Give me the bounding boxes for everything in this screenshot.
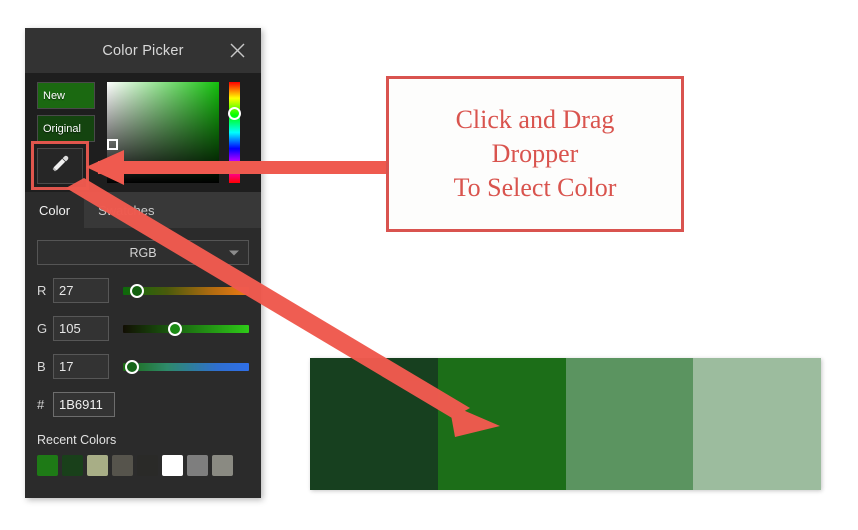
palette-swatch-1[interactable] [437, 358, 566, 490]
hex-label: # [37, 397, 45, 412]
recent-swatch-1[interactable] [62, 455, 83, 476]
recent-swatch-7[interactable] [212, 455, 233, 476]
callout-line-0: Click and Drag [455, 104, 615, 134]
page-title: Color Picker [102, 42, 184, 59]
eyedropper-icon [49, 153, 71, 180]
green-palette-bar[interactable] [310, 358, 821, 490]
channel-input-r[interactable] [53, 278, 109, 303]
channel-knob-g[interactable] [167, 321, 182, 336]
instruction-callout: Click and Drag Dropper To Select Color [386, 76, 684, 232]
channel-knob-r[interactable] [129, 283, 144, 298]
panel-tabs: Color Swatches [25, 192, 261, 228]
channel-slider-b[interactable] [123, 359, 249, 374]
close-icon[interactable] [222, 35, 253, 66]
recent-swatch-6[interactable] [187, 455, 208, 476]
palette-swatch-2[interactable] [565, 358, 694, 490]
color-mode-select[interactable]: RGB [37, 240, 249, 265]
new-color-label: New [43, 89, 66, 102]
recent-colors-row [37, 455, 249, 476]
eyedropper-button-wrapper [31, 141, 89, 190]
channel-slider-g[interactable] [123, 321, 249, 336]
channel-row-g: G [37, 316, 249, 341]
color-picker-panel: Color Picker New Original Color Swatches… [25, 28, 261, 498]
hue-strip[interactable] [229, 82, 240, 183]
channel-input-b[interactable] [53, 354, 109, 379]
channel-row-r: R [37, 278, 249, 303]
channel-slider-r[interactable] [123, 283, 249, 298]
recent-colors-title: Recent Colors [37, 433, 117, 447]
recent-swatch-2[interactable] [87, 455, 108, 476]
hex-input[interactable] [53, 392, 115, 417]
channel-input-g[interactable] [53, 316, 109, 341]
callout-line-1: Dropper [491, 138, 579, 168]
channel-row-b: B [37, 354, 249, 379]
channel-label-r: R [37, 283, 47, 298]
recent-swatch-5[interactable] [162, 455, 183, 476]
color-preview-area: New Original [25, 73, 261, 192]
recent-swatch-4[interactable] [137, 455, 158, 476]
original-color-swatch[interactable]: Original [37, 115, 95, 142]
palette-swatch-0[interactable] [310, 358, 438, 490]
channel-knob-b[interactable] [124, 359, 139, 374]
channel-label-b: B [37, 359, 46, 374]
hex-row: # [37, 392, 249, 417]
callout-line-2: To Select Color [453, 173, 617, 203]
palette-swatch-3[interactable] [693, 358, 821, 490]
screenshot-stage: Color Picker New Original Color Swatches… [0, 0, 858, 530]
original-color-label: Original [43, 122, 81, 135]
tab-color[interactable]: Color [25, 192, 85, 228]
recent-swatch-0[interactable] [37, 455, 58, 476]
tab-swatches[interactable]: Swatches [84, 192, 168, 228]
eyedropper-button[interactable] [37, 148, 83, 184]
color-mode-value: RGB [129, 245, 157, 260]
channel-label-g: G [37, 321, 48, 336]
saturation-value-square[interactable] [107, 82, 219, 183]
panel-body: RGB R G B [25, 240, 261, 476]
chevron-down-icon [229, 250, 239, 255]
new-color-swatch[interactable]: New [37, 82, 95, 109]
recent-swatch-3[interactable] [112, 455, 133, 476]
panel-titlebar: Color Picker [25, 28, 261, 73]
